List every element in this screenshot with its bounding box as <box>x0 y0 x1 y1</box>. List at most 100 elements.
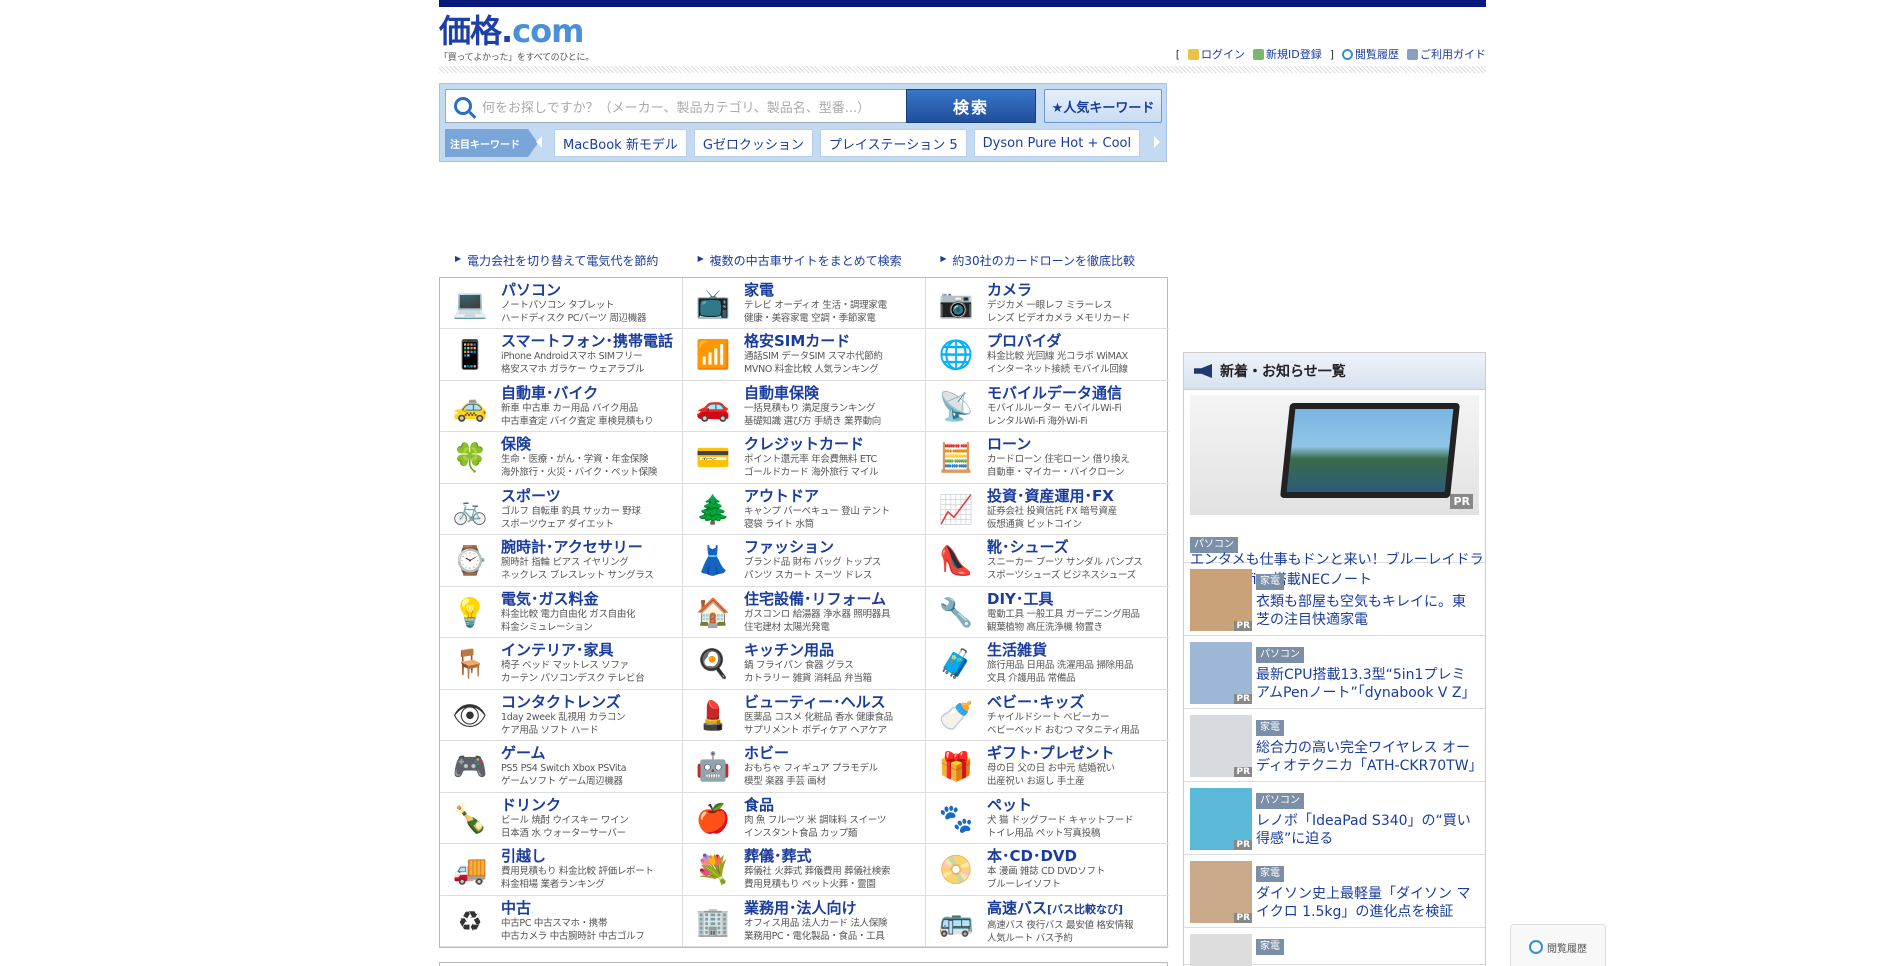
category-sublinks[interactable]: ネックレス ブレスレット サングラス <box>501 569 682 582</box>
category-title[interactable]: 中古 <box>501 899 682 917</box>
category-cell[interactable]: 🚕 自動車･バイク 新車 中古車 カー用品 バイク用品 中古車査定 バイク査定 車検見… <box>440 380 683 433</box>
category-sublinks[interactable]: 費用見積もり ペット火葬・霊園 <box>744 878 925 891</box>
category-sublinks[interactable]: 業務用PC・電化製品・食品・工具 <box>744 930 925 943</box>
category-cell[interactable]: 📶 格安SIMカード 通話SIM データSIM スマホ代節約 MVNO 料金比較 人気… <box>683 329 926 381</box>
category-cell[interactable]: 🍎 食品肉 魚 フルーツ 米 調味料 スイーツ インスタント食品 カップ麺 <box>683 792 926 845</box>
category-sublinks[interactable]: チャイルドシート ベビーカー <box>987 711 1169 724</box>
category-title[interactable]: 保険 <box>501 435 682 453</box>
site-logo[interactable]: 価格.com 「買ってよかった」をすべてのひとに。 <box>439 14 639 63</box>
category-sublinks[interactable]: 本 漫画 雑誌 CD DVDソフト <box>987 865 1169 878</box>
category-cell[interactable]: 📺 家電 テレビ オーディオ 生活・調理家電 健康・美容家電 空調・季節家電 <box>683 278 926 330</box>
category-sublinks[interactable]: 模型 楽器 手芸 画材 <box>744 775 925 788</box>
category-title[interactable]: ドリンク <box>501 796 682 814</box>
category-sublinks[interactable]: 仮想通貨 ビットコイン <box>987 518 1169 531</box>
category-cell[interactable]: 🤖 ホビー おもちゃ フィギュア プラモデル 模型 楽器 手芸 画材 <box>683 741 926 793</box>
category-sublinks[interactable]: ハードディスク PCパーツ 周辺機器 <box>501 312 682 325</box>
category-sublinks[interactable]: カトラリー 雑貨 消耗品 弁当箱 <box>744 672 925 685</box>
category-cell[interactable]: 🍳 キッチン用品鍋 フライパン 食器 グラス カトラリー 雑貨 消耗品 弁当箱 <box>683 638 926 690</box>
news-item[interactable]: 家電 <box>1184 928 1485 966</box>
category-cell[interactable]: 🚚 引越し 費用見積もり 料金比較 評価レポート 料金相場 業者ランキング <box>440 844 683 896</box>
category-cell[interactable]: 🧮 ローン カードローン 住宅ローン 借り換え 自動車・マイカー・バイクローン <box>926 432 1169 484</box>
category-sublinks[interactable]: ゴールドカード 海外旅行 マイル <box>744 466 925 479</box>
login-link[interactable]: ログイン <box>1187 46 1245 62</box>
category-sublinks[interactable]: 住宅建材 太陽光発電 <box>744 621 925 634</box>
category-title[interactable]: ギフト･プレゼント <box>987 744 1169 762</box>
category-sublinks[interactable]: 旅行用品 日用品 洗濯用品 掃除用品 <box>987 659 1169 672</box>
news-headline[interactable]: ダイソン史上最軽量「ダイソン マイクロ 1.5kg」の進化点を検証 <box>1256 885 1479 921</box>
category-sublinks[interactable]: 料金相場 業者ランキング <box>501 878 682 891</box>
category-title[interactable]: 本･CD･DVD <box>987 847 1169 865</box>
category-sublinks[interactable]: ゲームソフト ゲーム周辺機器 <box>501 775 682 788</box>
category-sublinks[interactable]: 鍋 フライパン 食器 グラス <box>744 659 925 672</box>
category-title[interactable]: カメラ <box>987 281 1169 299</box>
news-headline[interactable]: 最新CPU搭載13.3型“5in1プレミアムPenノート”「dynabook V… <box>1256 666 1479 702</box>
category-sublinks[interactable]: 腕時計 指輪 ピアス イヤリング <box>501 556 682 569</box>
category-title[interactable]: ベビー･キッズ <box>987 693 1169 711</box>
category-sublinks[interactable]: 出産祝い お返し 手土産 <box>987 775 1169 788</box>
promo-link[interactable]: 複数の中古車サイトをまとめて検索 <box>682 252 925 269</box>
category-title[interactable]: ホビー <box>744 744 925 762</box>
category-cell[interactable]: 🪑 インテリア･家具 椅子 ベッド マットレス ソファ カーテン パソコンデスク テレ… <box>440 638 683 690</box>
hot-keyword[interactable]: MacBook 新モデル <box>554 129 687 157</box>
category-sublinks[interactable]: 人気ルート バス予約 <box>987 932 1169 945</box>
category-title[interactable]: アウトドア <box>744 487 925 505</box>
category-sublinks[interactable]: 中古PC 中古スマホ・携帯 <box>501 917 682 930</box>
category-cell[interactable]: 💐 葬儀･葬式 葬儀社 火葬式 葬儀費用 葬儀社検索 費用見積もり ペット火葬・霊園 <box>683 844 926 896</box>
category-sublinks[interactable]: 料金比較 光回線 光コラボ WiMAX <box>987 350 1169 363</box>
category-sublinks[interactable]: モバイルルーター モバイルWi-Fi <box>987 402 1169 415</box>
category-title[interactable]: 高速バス[バス比較なび] <box>987 899 1169 919</box>
category-sublinks[interactable]: オフィス用品 法人カード 法人保険 <box>744 917 925 930</box>
category-title[interactable]: 自動車･バイク <box>501 384 682 402</box>
category-sublinks[interactable]: カードローン 住宅ローン 借り換え <box>987 453 1169 466</box>
category-cell[interactable]: 🐾 ペット犬 猫 ドッグフード キャットフード トイレ用品 ペット写真投稿 <box>926 793 1169 845</box>
history-link[interactable]: 閲覧履歴 <box>1342 46 1399 62</box>
news-header[interactable]: 新着・お知らせ一覧 <box>1184 353 1485 390</box>
promo-link[interactable]: 電力会社を切り替えて電気代を節約 <box>439 252 682 269</box>
news-item[interactable]: PR パソコン レノボ「IdeaPad S340」の“買い得感”に迫る <box>1184 782 1485 855</box>
category-sublinks[interactable]: ブランド品 財布 バッグ トップス <box>744 556 925 569</box>
category-sublinks[interactable]: 寝袋 ライト 水筒 <box>744 518 925 531</box>
category-title[interactable]: プロバイダ <box>987 332 1169 350</box>
category-sublinks[interactable]: 料金比較 電力自由化 ガス自由化 <box>501 608 682 621</box>
category-title[interactable]: コンタクトレンズ <box>501 693 682 711</box>
category-sublinks[interactable]: スニーカー ブーツ サンダル パンプス <box>987 556 1169 569</box>
category-sublinks[interactable]: 電動工具 一般工具 ガーデニング用品 <box>987 608 1169 621</box>
category-sublinks[interactable]: 費用見積もり 料金比較 評価レポート <box>501 865 682 878</box>
category-title[interactable]: 靴･シューズ <box>987 538 1169 556</box>
arrow-right-icon[interactable] <box>1154 136 1160 148</box>
category-sublinks[interactable]: 葬儀社 火葬式 葬儀費用 葬儀社検索 <box>744 865 925 878</box>
category-sublinks[interactable]: 健康・美容家電 空調・季節家電 <box>744 312 925 325</box>
category-cell[interactable]: 📈 投資･資産運用･FX 証券会社 投資信託 FX 暗号資産 仮想通貨 ビットコイン <box>926 484 1169 536</box>
category-sublinks[interactable]: カーテン パソコンデスク テレビ台 <box>501 672 682 685</box>
category-cell[interactable]: 📀 本･CD･DVD 本 漫画 雑誌 CD DVDソフト ブルーレイソフト <box>926 844 1169 896</box>
category-sublinks[interactable]: 中古カメラ 中古腕時計 中古ゴルフ <box>501 930 682 943</box>
category-sublinks[interactable]: 観葉植物 高圧洗浄機 物置き <box>987 621 1169 634</box>
category-sublinks[interactable]: 中古車査定 バイク査定 車検見積もり <box>501 415 682 428</box>
category-sublinks[interactable]: ノートパソコン タブレット <box>501 299 682 312</box>
category-cell[interactable]: 🎮 ゲーム PS5 PS4 Switch Xbox PSVita ゲームソフト ゲーム… <box>440 741 683 793</box>
category-sublinks[interactable]: 文具 介護用品 常備品 <box>987 672 1169 685</box>
category-cell[interactable]: 👗 ファッション ブランド品 財布 バッグ トップス パンツ スカート スーツ ドレス <box>683 535 926 587</box>
category-sublinks[interactable]: 海外旅行・火災・バイク・ペット保険 <box>501 466 682 479</box>
category-sublinks[interactable]: 1day 2week 乱視用 カラコン <box>501 711 682 724</box>
category-cell[interactable]: 🏢 業務用･法人向け オフィス用品 法人カード 法人保険 業務用PC・電化製品・食品・… <box>683 895 926 947</box>
category-sublinks[interactable]: 医薬品 コスメ 化粧品 香水 健康食品 <box>744 711 925 724</box>
category-sublinks[interactable]: 自動車・マイカー・バイクローン <box>987 466 1169 479</box>
category-title[interactable]: 家電 <box>744 281 925 299</box>
category-cell[interactable]: 👁 コンタクトレンズ 1day 2week 乱視用 カラコン ケア用品 ソフト ハード <box>440 689 683 742</box>
category-sublinks[interactable]: 高速バス 夜行バス 最安値 格安情報 <box>987 919 1169 932</box>
category-sublinks[interactable]: 肉 魚 フルーツ 米 調味料 スイーツ <box>744 814 925 827</box>
category-sublinks[interactable]: テレビ オーディオ 生活・調理家電 <box>744 299 925 312</box>
category-sublinks[interactable]: 基礎知識 選び方 手続き 業界動向 <box>744 415 925 428</box>
category-cell[interactable]: 🍼 ベビー･キッズ チャイルドシート ベビーカー ベビーベッド おむつ マタニティ用品 <box>926 690 1169 742</box>
category-sublinks[interactable]: ビール 焼酎 ウイスキー ワイン <box>501 814 682 827</box>
guide-link[interactable]: ご利用ガイド <box>1407 46 1486 62</box>
category-sublinks[interactable]: 母の日 父の日 お中元 結婚祝い <box>987 762 1169 775</box>
category-sublinks[interactable]: 証券会社 投資信託 FX 暗号資産 <box>987 505 1169 518</box>
history-floating-button[interactable]: 閲覧履歴 <box>1510 924 1606 966</box>
promo-link[interactable]: 約30社のカードローンを徹底比較 <box>924 252 1167 269</box>
news-headline[interactable]: レノボ「IdeaPad S340」の“買い得感”に迫る <box>1256 812 1479 848</box>
category-title[interactable]: キッチン用品 <box>744 641 925 659</box>
category-sublinks[interactable]: ベビーベッド おむつ マタニティ用品 <box>987 724 1169 737</box>
category-cell[interactable]: 📱 スマートフォン･携帯電話 iPhone Androidスマホ SIMフリー 格安ス… <box>440 329 683 381</box>
